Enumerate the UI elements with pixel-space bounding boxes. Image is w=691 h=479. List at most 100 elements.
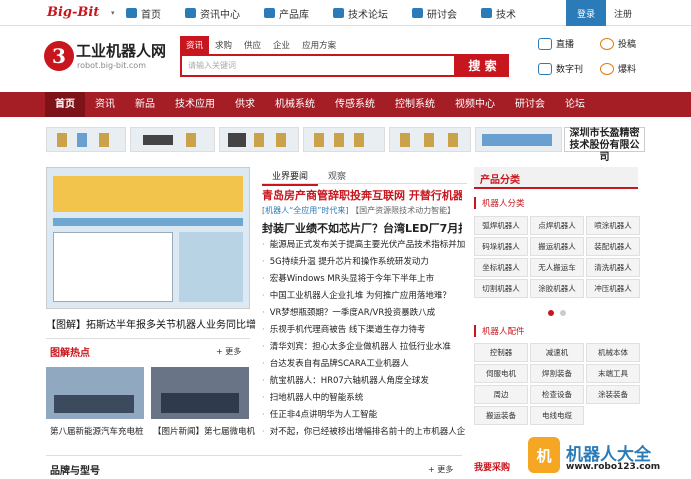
digital-mag-link[interactable]: 数字刊 <box>538 62 583 75</box>
parts-item[interactable]: 焊割装备 <box>530 364 584 383</box>
category-item[interactable]: 无人搬运车 <box>530 258 584 277</box>
top-nav-forum[interactable]: 技术论坛 <box>333 0 388 26</box>
parts-item[interactable]: 伺服电机 <box>474 364 528 383</box>
site-logo-icon[interactable]: 3 <box>44 41 74 71</box>
parts-item[interactable]: 机械本体 <box>586 343 640 362</box>
hotspot-caption[interactable]: 【图片新闻】第七届微电机 <box>153 425 255 437</box>
news-item[interactable]: 台达发表自有品牌SCARA工业机器人 <box>262 357 467 369</box>
news-sub-tag[interactable]: 机器人“全应用”时代来 <box>265 206 345 215</box>
hotspot-caption[interactable]: 第八届新能源汽车充电桩 <box>50 425 144 437</box>
submit-link[interactable]: 投稿 <box>600 37 636 50</box>
search-input[interactable]: 请输入关键词 <box>180 54 456 77</box>
nav-news[interactable]: 资讯 <box>85 92 125 117</box>
category-item[interactable]: 喷涂机器人 <box>586 216 640 235</box>
nav-control[interactable]: 控制系统 <box>385 92 445 117</box>
category-item[interactable]: 清洗机器人 <box>586 258 640 277</box>
nav-video[interactable]: 视频中心 <box>445 92 505 117</box>
nav-mechanical[interactable]: 机械系统 <box>265 92 325 117</box>
parts-item[interactable]: 末端工具 <box>586 364 640 383</box>
news-item[interactable]: 能源局正式发布关于提高主要光伏产品技术指标并加 <box>262 238 467 250</box>
category-item[interactable]: 弧焊机器人 <box>474 216 528 235</box>
chevron-down-icon[interactable]: ▾ <box>111 9 115 17</box>
brand-model-title: 品牌与型号 <box>50 466 100 477</box>
register-link[interactable]: 注册 <box>608 0 638 26</box>
login-button[interactable]: 登录 <box>566 0 606 26</box>
top-nav-products[interactable]: 产品库 <box>264 0 309 26</box>
category-item[interactable]: 涂胶机器人 <box>530 279 584 298</box>
search-tab-buy[interactable]: 求购 <box>209 36 238 54</box>
submit-icon <box>600 37 614 50</box>
category-item[interactable]: 冲压机器人 <box>586 279 640 298</box>
search-tab-supply[interactable]: 供应 <box>238 36 267 54</box>
parts-item[interactable]: 涂装装备 <box>586 385 640 404</box>
search-tab-news[interactable]: 资讯 <box>180 36 210 54</box>
top-nav-news[interactable]: 资讯中心 <box>185 0 240 26</box>
nav-tech-apps[interactable]: 技术应用 <box>165 92 225 117</box>
banner-caption[interactable]: 【图解】拓斯达半年报多关节机器人业务同比增 <box>46 316 256 331</box>
carousel-dot[interactable] <box>548 310 554 316</box>
divider <box>262 183 467 184</box>
news-icon <box>185 8 196 18</box>
featured-banner-image[interactable] <box>46 167 250 309</box>
news-item[interactable]: 航宝机器人：HR07六轴机器人角度全球发 <box>262 374 467 386</box>
search-button[interactable]: 搜 索 <box>456 54 509 77</box>
hotspot-image[interactable] <box>46 367 144 419</box>
ad-image[interactable] <box>303 127 385 152</box>
category-item[interactable]: 搬运机器人 <box>530 237 584 256</box>
buy-section-title[interactable]: 我要采购 <box>474 460 510 473</box>
product-icon <box>264 8 275 18</box>
category-item[interactable]: 码垛机器人 <box>474 237 528 256</box>
news-headline-2[interactable]: 封装厂业绩不如芯片厂？台湾LED厂7月报告... <box>262 220 462 236</box>
live-link[interactable]: 直播 <box>538 37 574 50</box>
ad-company-name[interactable]: 深圳市长盈精密技术股份有限公司 <box>564 127 645 163</box>
ad-image[interactable] <box>219 127 299 152</box>
news-sub-text[interactable]: 【国产资源限技术动力智能】 <box>351 206 455 215</box>
search-tab-solution[interactable]: 应用方案 <box>296 36 342 54</box>
news-item[interactable]: 扫地机器人中的智能系统 <box>262 391 467 403</box>
top-nav-seminar[interactable]: 研讨会 <box>412 0 457 26</box>
seminar-icon <box>412 8 423 18</box>
news-headline[interactable]: 青岛房产商管辞职投奔互联网 开替行机器人... <box>262 187 462 203</box>
search-tab-company[interactable]: 企业 <box>267 36 296 54</box>
illustrated-more-link[interactable]: + 更多 <box>216 346 241 357</box>
news-subline: [机器人“全应用”时代来] 【国产资源限技术动力智能】 <box>262 206 456 215</box>
nav-forum[interactable]: 论坛 <box>555 92 595 117</box>
nav-home[interactable]: 首页 <box>45 92 85 117</box>
carousel-dot[interactable] <box>560 310 566 316</box>
parts-item[interactable]: 检查设备 <box>530 385 584 404</box>
brand-more-link[interactable]: + 更多 <box>428 464 453 475</box>
top-nav-home[interactable]: 首页 <box>126 0 161 26</box>
news-item[interactable]: 宏碁Windows MR头显将于今年下半年上市 <box>262 272 467 284</box>
news-item[interactable]: VR梦想瓶颈期？一季度AR/VR投资暴跌八成 <box>262 306 467 318</box>
news-item[interactable]: 乐视手机代理商被告 线下渠道生存力待考 <box>262 323 467 335</box>
ad-image[interactable] <box>46 127 126 152</box>
watermark-logo-icon: 机 <box>528 437 560 473</box>
nav-seminar[interactable]: 研讨会 <box>505 92 555 117</box>
category-item[interactable]: 装配机器人 <box>586 237 640 256</box>
ad-image[interactable] <box>130 127 215 152</box>
news-item[interactable]: 任正非4点讲明华为人工智能 <box>262 408 467 420</box>
main-nav: 首页 资讯 新品 技术应用 供求 机械系统 传感系统 控制系统 视频中心 研讨会… <box>0 92 691 117</box>
tipoff-link[interactable]: 爆料 <box>600 62 636 75</box>
parts-item[interactable]: 电线电缆 <box>530 406 584 425</box>
parts-item[interactable]: 控制器 <box>474 343 528 362</box>
news-item[interactable]: 清华刘宾：担心太多企业做机器人 拉低行业水准 <box>262 340 467 352</box>
parts-item[interactable]: 减速机 <box>530 343 584 362</box>
news-item[interactable]: 5G持续升温 提升芯片和操作系统研发动力 <box>262 255 467 267</box>
ad-image[interactable] <box>389 127 471 152</box>
site-name[interactable]: 工业机器人网 <box>76 40 166 61</box>
nav-supply-demand[interactable]: 供求 <box>225 92 265 117</box>
ad-image[interactable] <box>475 127 562 152</box>
parts-item[interactable]: 搬运装备 <box>474 406 528 425</box>
news-item[interactable]: 对不起，你已经被移出增幅排名前十的上市机器人企 <box>262 425 467 437</box>
nav-new-products[interactable]: 新品 <box>125 92 165 117</box>
big-bit-logo[interactable]: Big-Bit <box>47 5 99 20</box>
category-item[interactable]: 点焊机器人 <box>530 216 584 235</box>
hotspot-image[interactable] <box>151 367 249 419</box>
parts-item[interactable]: 周边 <box>474 385 528 404</box>
category-item[interactable]: 切割机器人 <box>474 279 528 298</box>
news-item[interactable]: 中国工业机器人企业扎堆 为何推广应用落地难？ <box>262 289 467 301</box>
nav-sensing[interactable]: 传感系统 <box>325 92 385 117</box>
top-nav-tech[interactable]: 技术 <box>481 0 516 26</box>
category-item[interactable]: 坐标机器人 <box>474 258 528 277</box>
